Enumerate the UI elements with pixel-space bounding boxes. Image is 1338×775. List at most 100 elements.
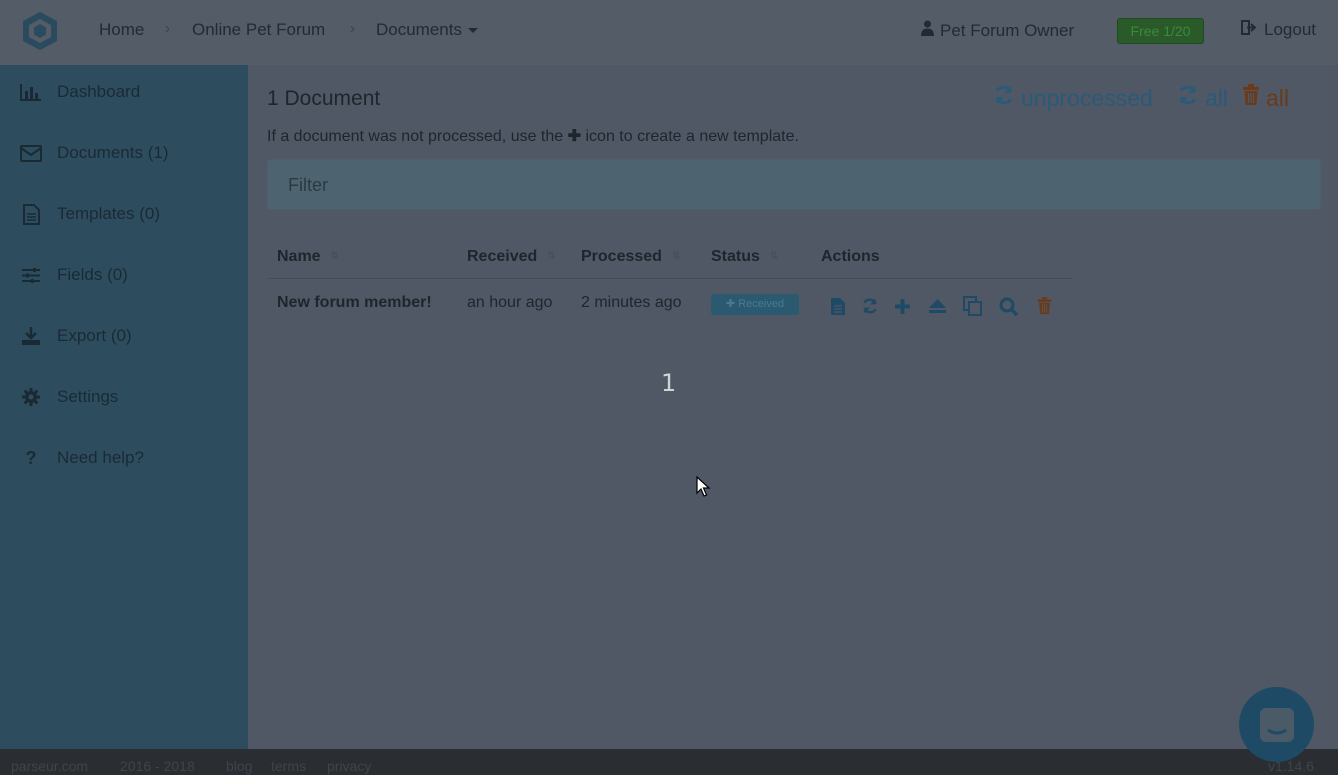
sign-out-icon xyxy=(1241,20,1258,40)
processed-time: 2 minutes ago xyxy=(581,294,682,311)
footer: parseur.com 2016 - 2018 blog terms priva… xyxy=(0,749,1338,775)
refresh-icon xyxy=(1177,84,1199,112)
trash-icon xyxy=(1037,297,1051,315)
footer-site-link[interactable]: parseur.com xyxy=(11,758,88,774)
table-header-divider xyxy=(267,278,1073,279)
view-document-button[interactable] xyxy=(827,295,849,317)
sidebar-item-templates[interactable]: Templates (0) xyxy=(0,194,248,234)
filter-label: Filter xyxy=(288,175,328,195)
top-navbar: Home › Online Pet Forum › Documents Pet … xyxy=(0,0,1338,65)
sidebar-item-label: Settings xyxy=(57,387,119,406)
footer-privacy-link[interactable]: privacy xyxy=(327,758,371,774)
sort-icon: ⇅ xyxy=(769,251,779,263)
sidebar-item-documents[interactable]: Documents (1) xyxy=(0,133,248,173)
status-label: Received xyxy=(738,298,785,310)
document-icon xyxy=(20,203,42,225)
sidebar-item-settings[interactable]: Settings xyxy=(0,377,248,417)
sidebar-item-help[interactable]: ? Need help? xyxy=(0,438,248,478)
question-icon: ? xyxy=(25,447,37,468)
reprocess-all-button[interactable]: all xyxy=(1177,84,1228,112)
mouse-cursor-icon xyxy=(696,476,711,497)
refresh-icon xyxy=(993,84,1015,112)
column-header-received[interactable]: Received ⇅ xyxy=(467,248,556,266)
chat-icon xyxy=(1259,707,1294,742)
sidebar-item-label: Fields (0) xyxy=(57,265,128,284)
column-header-label: Actions xyxy=(821,248,880,265)
footer-years: 2016 - 2018 xyxy=(120,758,195,774)
search-icon xyxy=(999,297,1018,316)
delete-all-button[interactable]: all xyxy=(1242,84,1289,112)
sidebar-item-label: Dashboard xyxy=(57,82,141,101)
column-header-name[interactable]: Name ⇅ xyxy=(277,248,339,266)
hint-text-start: If a document was not processed, use the xyxy=(267,128,564,145)
delete-all-label: all xyxy=(1266,84,1290,111)
status-badge: ✚ Received xyxy=(711,294,799,315)
gear-icon xyxy=(20,386,42,408)
footer-blog-link[interactable]: blog xyxy=(226,758,252,774)
reprocess-all-label: all xyxy=(1205,84,1229,111)
column-header-processed[interactable]: Processed ⇅ xyxy=(581,248,680,266)
document-icon xyxy=(831,297,845,315)
export-document-button[interactable] xyxy=(926,295,948,317)
column-header-status[interactable]: Status ⇅ xyxy=(711,248,778,266)
breadcrumb-separator: › xyxy=(350,20,355,37)
sidebar-item-label: Export (0) xyxy=(57,326,132,345)
column-header-actions: Actions xyxy=(821,248,880,266)
copy-document-button[interactable] xyxy=(962,295,984,317)
sidebar-item-dashboard[interactable]: Dashboard xyxy=(0,72,248,112)
trash-icon xyxy=(1242,84,1260,112)
hint-text-end: icon to create a new template. xyxy=(585,128,799,145)
column-header-label: Status xyxy=(711,248,760,265)
plus-icon: ✚ xyxy=(567,128,582,145)
refresh-icon xyxy=(863,298,877,314)
received-time: an hour ago xyxy=(467,294,553,311)
envelope-icon xyxy=(20,142,42,164)
column-header-label: Name xyxy=(277,248,321,265)
sidebar-item-export[interactable]: Export (0) xyxy=(0,316,248,356)
column-header-label: Processed xyxy=(581,248,662,265)
user-name: Pet Forum Owner xyxy=(940,20,1075,40)
footer-terms-link[interactable]: terms xyxy=(271,758,306,774)
sidebar-item-label: Documents (1) xyxy=(57,143,169,162)
logout-label: Logout xyxy=(1264,20,1316,39)
page-number: 1 xyxy=(661,369,677,397)
sidebar: Dashboard Documents (1) Templates (0) Fi… xyxy=(0,65,248,749)
plus-icon xyxy=(894,298,910,314)
breadcrumb-mailbox[interactable]: Online Pet Forum xyxy=(192,20,325,40)
copy-icon xyxy=(963,296,982,316)
document-name-link[interactable]: New forum member! xyxy=(277,294,432,312)
create-template-button[interactable] xyxy=(891,295,913,317)
sliders-icon xyxy=(20,264,42,286)
main-content: 1 Document If a document was not process… xyxy=(248,65,1338,749)
download-icon xyxy=(20,325,42,347)
sidebar-item-label: Templates (0) xyxy=(57,204,160,223)
breadcrumb-separator: › xyxy=(165,20,170,37)
chat-launcher-button[interactable] xyxy=(1239,687,1314,762)
breadcrumb-documents-dropdown[interactable]: Documents xyxy=(376,20,478,40)
reprocess-unprocessed-button[interactable]: unprocessed xyxy=(993,84,1153,112)
bar-chart-icon xyxy=(20,81,42,103)
sort-icon: ⇅ xyxy=(547,251,556,263)
sidebar-item-label: Need help? xyxy=(57,448,144,467)
user-icon xyxy=(921,20,934,41)
parseur-logo[interactable] xyxy=(20,10,60,52)
plan-usage-badge[interactable]: Free 1/20 xyxy=(1117,18,1204,44)
sort-icon: ⇅ xyxy=(671,251,681,263)
delete-document-button[interactable] xyxy=(1033,295,1055,317)
sidebar-item-fields[interactable]: Fields (0) xyxy=(0,255,248,295)
search-document-button[interactable] xyxy=(997,295,1019,317)
eject-icon xyxy=(928,299,946,313)
processing-hint: If a document was not processed, use the… xyxy=(267,126,799,146)
reprocess-unprocessed-label: unprocessed xyxy=(1021,84,1153,111)
filter-panel[interactable]: Filter xyxy=(267,159,1321,210)
column-header-label: Received xyxy=(467,248,538,265)
page-title: 1 Document xyxy=(267,87,381,110)
logout-link[interactable]: Logout xyxy=(1241,20,1316,40)
user-menu[interactable]: Pet Forum Owner xyxy=(921,20,1074,41)
breadcrumb-home[interactable]: Home xyxy=(99,20,144,40)
plus-icon: ✚ xyxy=(725,298,736,310)
breadcrumb-documents-label: Documents xyxy=(376,20,462,39)
caret-down-icon xyxy=(467,28,478,34)
reprocess-document-button[interactable] xyxy=(859,295,881,317)
sort-icon: ⇅ xyxy=(330,251,339,263)
